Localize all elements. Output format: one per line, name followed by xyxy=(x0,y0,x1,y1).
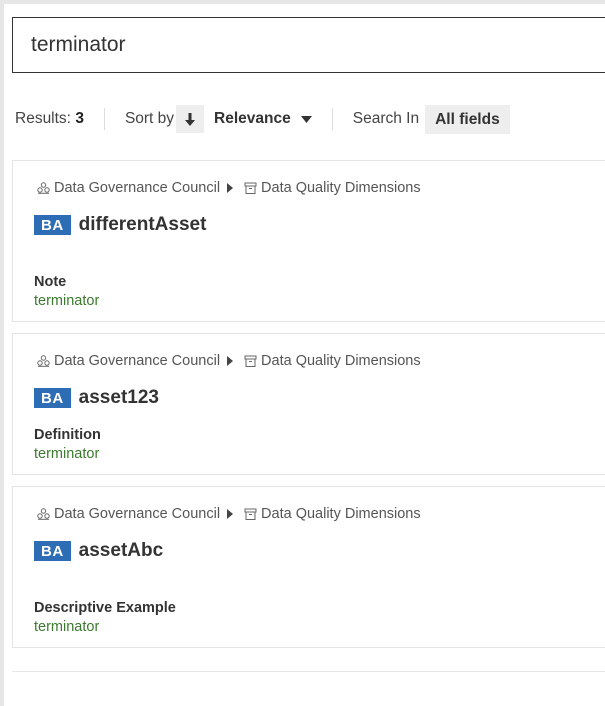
breadcrumb-community[interactable]: Data Governance Council xyxy=(37,180,220,196)
toolbar-divider xyxy=(103,108,105,130)
breadcrumb: Data Governance Council Data Quality Dim… xyxy=(37,180,421,196)
community-icon xyxy=(37,182,50,194)
attribute-value: terminator xyxy=(34,619,100,635)
attribute-value: terminator xyxy=(34,293,100,309)
sort-by-control: Sort by Relevance xyxy=(125,105,312,133)
arrow-down-icon xyxy=(185,112,196,126)
caret-down-icon xyxy=(300,115,312,123)
breadcrumb-domain[interactable]: Data Quality Dimensions xyxy=(244,506,421,522)
asset-title: BA differentAsset xyxy=(34,214,206,236)
asset-title: BA assetAbc xyxy=(34,540,163,562)
domain-icon xyxy=(244,508,257,520)
breadcrumb-community[interactable]: Data Governance Council xyxy=(37,506,220,522)
breadcrumb-community[interactable]: Data Governance Council xyxy=(37,353,220,369)
matched-attribute: Definition terminator xyxy=(34,426,101,464)
breadcrumb-domain[interactable]: Data Quality Dimensions xyxy=(244,180,421,196)
breadcrumb: Data Governance Council Data Quality Dim… xyxy=(37,506,421,522)
asset-type-badge: BA xyxy=(34,388,71,408)
asset-name-link[interactable]: asset123 xyxy=(79,387,159,409)
matched-attribute: Note terminator xyxy=(34,273,99,311)
caret-right-icon xyxy=(227,183,237,193)
sort-direction-button[interactable] xyxy=(176,105,205,133)
asset-type-badge: BA xyxy=(34,541,71,561)
domain-name: Data Quality Dimensions xyxy=(261,506,421,522)
domain-icon xyxy=(244,182,257,194)
attribute-value: terminator xyxy=(34,446,100,462)
sort-select-value: Relevance xyxy=(214,110,291,127)
results-count-label: Results: 3 xyxy=(15,110,84,128)
result-card: Data Governance Council Data Quality Dim… xyxy=(12,486,605,648)
breadcrumb: Data Governance Council Data Quality Dim… xyxy=(37,353,421,369)
matched-attribute: Descriptive Example terminator xyxy=(34,599,176,637)
caret-right-icon xyxy=(227,509,237,519)
attribute-name: Definition xyxy=(34,427,101,443)
result-card: Data Governance Council Data Quality Dim… xyxy=(12,160,605,322)
results-count: 3 xyxy=(75,110,84,127)
community-name: Data Governance Council xyxy=(54,506,221,522)
search-in-control: Search In All fields xyxy=(352,104,510,134)
domain-name: Data Quality Dimensions xyxy=(261,180,421,196)
search-results-page: Results: 3 Sort by Relevance Search In A… xyxy=(0,0,605,706)
attribute-name: Descriptive Example xyxy=(34,600,176,616)
community-name: Data Governance Council xyxy=(54,180,221,196)
asset-type-badge: BA xyxy=(34,215,71,235)
community-icon xyxy=(37,355,50,367)
toolbar-divider xyxy=(331,108,333,130)
search-in-select[interactable]: All fields xyxy=(425,104,510,134)
result-card: Data Governance Council Data Quality Dim… xyxy=(12,333,605,475)
community-name: Data Governance Council xyxy=(54,353,221,369)
sort-select[interactable]: Relevance xyxy=(214,110,312,128)
search-box[interactable] xyxy=(12,17,605,73)
search-in-label: Search In xyxy=(352,110,420,127)
domain-name: Data Quality Dimensions xyxy=(261,353,421,369)
caret-right-icon xyxy=(227,356,237,366)
results-label-text: Results: xyxy=(15,110,71,127)
list-end-divider xyxy=(12,671,605,672)
attribute-name: Note xyxy=(34,274,67,290)
asset-name-link[interactable]: differentAsset xyxy=(79,214,207,236)
sort-by-label: Sort by xyxy=(124,110,175,127)
community-icon xyxy=(37,508,50,520)
asset-name-link[interactable]: assetAbc xyxy=(79,540,164,562)
search-input[interactable] xyxy=(29,32,593,58)
results-toolbar: Results: 3 Sort by Relevance Search In A… xyxy=(15,104,510,134)
domain-icon xyxy=(244,355,257,367)
breadcrumb-domain[interactable]: Data Quality Dimensions xyxy=(244,353,421,369)
asset-title: BA asset123 xyxy=(34,387,159,409)
